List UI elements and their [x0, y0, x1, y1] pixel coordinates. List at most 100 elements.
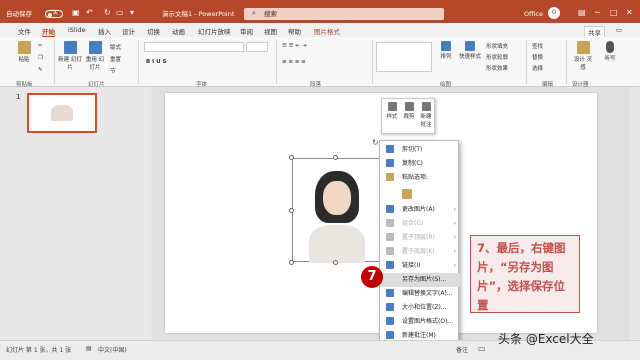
new-slide-button[interactable]: 新建 幻灯片 [58, 41, 82, 71]
resize-handle[interactable] [289, 208, 294, 213]
scissors-icon [386, 145, 394, 153]
reuse-slides-button[interactable]: 重用 幻灯片 [84, 41, 106, 71]
chevron-right-icon: › [453, 234, 456, 241]
paste-options-icon [402, 189, 412, 199]
resize-handle[interactable] [333, 260, 338, 265]
bold-icon[interactable]: B I U S [146, 59, 166, 65]
section-button[interactable]: 节 [110, 67, 116, 75]
context-menu-item[interactable]: 链接(I) › [380, 259, 460, 273]
new-comment-button[interactable]: 新建 批注 [419, 102, 433, 128]
slide-info: 幻灯片 第 1 张，共 1 张 [6, 347, 72, 354]
context-menu-item[interactable]: 编辑替换文字(A)... [380, 287, 460, 301]
designer-button[interactable]: 设计 灵感 [572, 41, 594, 71]
slide-number: 1 [16, 93, 21, 101]
replace-button[interactable]: 替换 [532, 53, 543, 61]
context-menu-label: 更改图片(A) [402, 206, 435, 213]
face-shape [323, 181, 351, 215]
tab-review[interactable]: 审阅 [240, 26, 253, 36]
font-name-dropdown[interactable] [144, 42, 244, 52]
context-menu-item[interactable]: 置于顶层(R) › [380, 231, 460, 245]
shape-outline-button[interactable]: 形状轮廓 [486, 53, 508, 61]
context-menu-item[interactable]: 另存为图片(S)... [380, 273, 460, 287]
context-menu-item[interactable]: 置于底层(K) › [380, 245, 460, 259]
context-menu-item[interactable]: 更改图片(A) › [380, 203, 460, 217]
tab-picture-format[interactable]: 图片格式 [314, 26, 340, 36]
slide-thumbnail[interactable] [27, 93, 97, 133]
tab-islide[interactable]: iSlide [68, 26, 86, 34]
search-box[interactable]: ⌕ 搜索 [244, 8, 444, 20]
customize-qat-icon[interactable]: ▾ [130, 9, 134, 17]
context-menu-item[interactable]: 设置图片格式(O)... [380, 315, 460, 329]
rotate-handle-icon[interactable]: ↻ [372, 138, 379, 147]
normal-view-icon[interactable]: ▭ [478, 344, 486, 353]
format-painter-icon[interactable]: ✎ [38, 67, 43, 73]
resize-handle[interactable] [333, 155, 338, 160]
selected-picture[interactable] [292, 158, 380, 263]
context-menu-item[interactable]: 大小和位置(Z)... [380, 301, 460, 315]
microphone-icon [606, 41, 614, 53]
search-placeholder: 搜索 [264, 10, 277, 18]
context-menu-item[interactable] [380, 185, 460, 203]
arrange-icon [441, 41, 451, 51]
tab-animations[interactable]: 动画 [172, 26, 185, 36]
tab-insert[interactable]: 插入 [98, 26, 111, 36]
notes-button[interactable]: 备注 [456, 345, 468, 354]
redo-icon[interactable]: ↻ [104, 9, 111, 17]
send-back-icon [386, 247, 394, 255]
align-icon[interactable]: ≡ ≡ ≡ ≡ [282, 59, 306, 65]
ribbon-display-icon[interactable]: ▤ [578, 9, 586, 17]
resize-handle[interactable] [289, 260, 294, 265]
find-button[interactable]: 查找 [532, 42, 543, 50]
dictate-button[interactable]: 听写 [600, 41, 620, 62]
avatar[interactable]: O [548, 7, 560, 19]
chevron-right-icon: › [453, 262, 456, 269]
context-menu-label: 组合(G) [402, 220, 424, 227]
style-button[interactable]: 样式 [385, 102, 399, 120]
tab-design[interactable]: 设计 [122, 26, 135, 36]
quick-styles-button[interactable]: 快速样式 [458, 41, 482, 60]
paste-button[interactable]: 粘贴 [14, 41, 34, 63]
save-icon[interactable]: ▣ [72, 9, 80, 17]
select-button[interactable]: 选择 [532, 64, 543, 72]
context-menu-label: 另存为图片(S)... [402, 276, 447, 283]
layout-button[interactable]: 版式 [110, 43, 121, 51]
context-menu-label: 链接(I) [402, 262, 421, 269]
context-menu-item[interactable]: 复制(C) [380, 157, 460, 171]
language[interactable]: 中文(中国) [98, 345, 127, 354]
tab-file[interactable]: 文件 [18, 26, 31, 36]
search-icon: ⌕ [252, 9, 256, 17]
undo-icon[interactable]: ↶ [86, 9, 93, 17]
spellcheck-icon[interactable]: ▤ [86, 345, 92, 352]
tab-help[interactable]: 帮助 [288, 26, 301, 36]
copy-icon[interactable]: ❐ [38, 55, 43, 61]
format-picture-icon [386, 317, 394, 325]
ribbon-tabs: 文件 开始 iSlide 插入 设计 切换 动画 幻灯片放映 审阅 视图 帮助 … [0, 23, 640, 38]
shape-effect-button[interactable]: 形状效果 [486, 64, 508, 72]
comments-icon[interactable]: ▭ [616, 26, 622, 34]
minimize-icon[interactable]: ─ [595, 9, 600, 17]
crop-button[interactable]: 裁剪 [402, 102, 416, 120]
tab-slideshow[interactable]: 幻灯片放映 [198, 26, 231, 36]
context-menu-item[interactable]: 剪切(T) [380, 143, 460, 157]
close-icon[interactable]: ✕ [626, 9, 633, 17]
context-menu-item[interactable]: 粘贴选项: [380, 171, 460, 185]
resize-handle[interactable] [289, 155, 294, 160]
shape-fill-button[interactable]: 形状填充 [486, 42, 508, 50]
context-menu-item[interactable]: 组合(G) › [380, 217, 460, 231]
context-menu-label: 粘贴选项: [402, 174, 429, 181]
shapes-gallery[interactable] [376, 42, 432, 72]
style-icon [387, 102, 397, 111]
alt-text-icon [386, 289, 394, 297]
arrange-button[interactable]: 排列 [438, 41, 454, 60]
size-icon [386, 303, 394, 311]
user-name[interactable]: Office [524, 11, 543, 18]
maximize-icon[interactable]: □ [610, 9, 618, 17]
bullets-icon[interactable]: ☰ ☰ ⇤ ⇥ [282, 43, 306, 49]
tab-view[interactable]: 视图 [264, 26, 277, 36]
reset-button[interactable]: 重置 [110, 55, 121, 63]
cut-icon[interactable]: ✂ [38, 43, 43, 49]
chevron-right-icon: › [453, 220, 456, 227]
font-size-dropdown[interactable] [246, 42, 268, 52]
present-icon[interactable]: ▭ [116, 9, 124, 17]
tab-transitions[interactable]: 切换 [147, 26, 160, 36]
